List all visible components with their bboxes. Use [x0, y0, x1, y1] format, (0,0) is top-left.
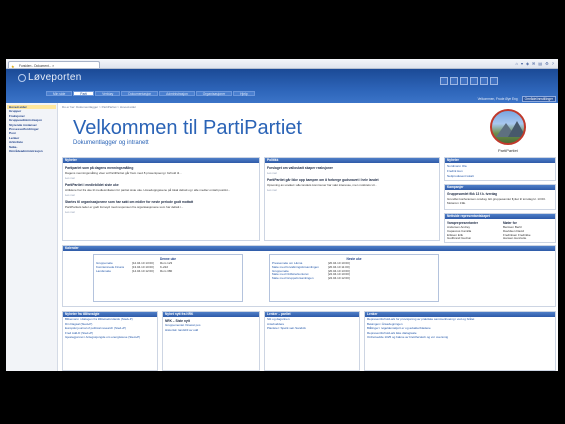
- browser-tab-title: Forsiden - Dokument... ×: [19, 63, 55, 68]
- panel-heading: Nyhet nytt fra NRK: [163, 312, 259, 317]
- calendar-row[interactable]: Møte med Gruppeforsamlingen [22.04.10 12…: [272, 276, 436, 281]
- user-name: Velkommen, Frode Øye Eng: [477, 97, 518, 101]
- tab-parti[interactable]: Parti: [73, 91, 95, 96]
- party-logo-caption: PartiPartiet: [498, 148, 518, 153]
- links-panel: Lenker Representforhold-ark for provisjo…: [364, 311, 556, 371]
- news-post-title[interactable]: Partiparlet som på dagens menningsmåling: [65, 166, 257, 170]
- politics-panel-heading: Politikk: [265, 158, 439, 163]
- list-item[interactable]: Historisk: landshil av udd: [165, 328, 257, 333]
- tab-min-side[interactable]: Min side: [46, 91, 73, 96]
- calendar-row[interactable]: Landsmøte [14.04.10 12:00] Rom 380: [96, 268, 240, 274]
- header-documents-icon[interactable]: [470, 77, 478, 85]
- party-links-panel: Lenker – parliet Sitt og dagsrinen Anteb…: [264, 311, 360, 371]
- header-mail-icon[interactable]: [440, 77, 448, 85]
- campaign-heading: Kampanjer: [445, 185, 555, 190]
- event-time: [14.04.10 12:00]: [132, 268, 154, 273]
- representatives-heading: Nettside representantskapet: [445, 214, 555, 219]
- side-news-panel: Nyheter Nordmann Ola Fredrik Hen Nettpro…: [444, 157, 556, 181]
- campaign-title[interactable]: Gruppesamlet fikk 13 f.k. tverdag: [447, 192, 553, 196]
- read-more-link[interactable]: Les mer: [267, 188, 437, 192]
- politics-post-title[interactable]: Forslaget om valloskatt skaper reaksjone…: [267, 166, 437, 170]
- browser-window: ★ Forsiden - Dokument... × ⌂ ▾ ◈ ✉ ▤ ⚙ ?…: [6, 59, 558, 371]
- event-time: [22.04.10 12:00]: [328, 276, 350, 281]
- politics-post-title[interactable]: PartiPartiet går ikke opp kampen om å fo…: [267, 178, 437, 182]
- browser-tab[interactable]: ★ Forsiden - Dokument... ×: [8, 61, 100, 68]
- representatives-column: Varaprepresentanter Andersen Andrey Capa…: [447, 221, 497, 241]
- dropdown-icon[interactable]: ▾: [521, 61, 523, 66]
- tab-organisasjoner[interactable]: Organisasjoner: [195, 91, 233, 96]
- browser-command-bar: ⌂ ▾ ◈ ✉ ▤ ⚙ ?: [516, 61, 554, 66]
- mountain-shape: [508, 121, 524, 137]
- tab-administrasjon[interactable]: Administrasjon: [159, 91, 195, 96]
- side-news-link[interactable]: Fredrik Hen: [447, 169, 553, 173]
- news-panel-heading: Nyheter: [63, 158, 259, 163]
- breadcrumb[interactable]: Du er her: Dokumentlagger > PartiPartiet…: [62, 105, 136, 109]
- politics-post-body: Opsoning av unøket i alle landets kommun…: [267, 183, 377, 187]
- tools-icon[interactable]: ⚙: [545, 61, 549, 66]
- tab-dokumentasjon[interactable]: Dokumentasjon: [121, 91, 159, 96]
- read-more-link[interactable]: Les mer: [65, 210, 257, 214]
- side-news-link[interactable]: Nordmann Ola: [447, 164, 553, 168]
- representative-name: Hansen Henriette: [503, 236, 527, 241]
- read-more-link[interactable]: Les mer: [65, 193, 257, 197]
- representatives-table: Varaprepresentanter Andersen Andrey Capa…: [447, 221, 553, 241]
- mail-icon[interactable]: ✉: [532, 61, 535, 66]
- representative-name: Gudbrand Gudrun: [447, 236, 472, 241]
- campaign-panel: Kampanjer Gruppesamlet fikk 13 f.k. tver…: [444, 184, 556, 210]
- news-post-title[interactable]: Startes til organisasjonene som har søkt…: [65, 200, 257, 204]
- representatives-column: Møter for Bentsen Bertil Davidsen David …: [503, 221, 553, 241]
- next-week-box: Neste uke Pressemøte om Lånna [20.04.10 …: [269, 254, 439, 302]
- campaign-text: Grundlet konferansen onsdag. Ett gruppes…: [447, 197, 546, 205]
- next-week-heading: Neste uke: [346, 257, 362, 261]
- news-panel: Nyheter Partiparlet som på dagens mennin…: [62, 157, 260, 241]
- calendar-panel: Kalender Denne uke Gruppemøte [12.04.10 …: [62, 245, 556, 307]
- header-search-icon[interactable]: [480, 77, 488, 85]
- page-icon[interactable]: ▤: [538, 61, 542, 66]
- side-news-heading: Nyheter: [445, 158, 555, 163]
- page-subtitle: Dokumentlagger og intranett: [73, 140, 149, 146]
- user-settings-button[interactable]: Område/innstillinger: [521, 96, 556, 102]
- party-logo-image: [490, 109, 526, 145]
- site-logo-icon: [18, 74, 26, 82]
- read-more-link[interactable]: Les mer: [65, 176, 257, 180]
- site-header: Løveporten Min side Parti Verktøy Dokume…: [6, 69, 558, 103]
- home-icon[interactable]: ⌂: [516, 61, 518, 66]
- representative-news-panel: Nyheter fra tillitsvalgte Blikemann i di…: [62, 311, 158, 371]
- user-info: Velkommen, Frode Øye Eng Område/innstill…: [478, 96, 556, 102]
- favorites-star-icon[interactable]: ★: [11, 64, 15, 68]
- header-calendar-icon[interactable]: [450, 77, 458, 85]
- header-settings-icon[interactable]: [490, 77, 498, 85]
- main-content: Du er her: Dokumentlagger > PartiPartiet…: [60, 103, 558, 371]
- list-item[interactable]: Planleter: Spørk søn Sandvik: [267, 327, 357, 331]
- event-room: Rom 380: [160, 268, 173, 273]
- list-item[interactable]: Ordretvedde 1025 og bakne av brøl-flersk…: [367, 336, 553, 340]
- politics-panel: Politikk Forslaget om valloskatt skaper …: [264, 157, 440, 241]
- sidebar-item-omradeadministrasjon[interactable]: Områdeadministrasjon: [7, 149, 56, 153]
- page-title: Velkommen til PartiPartiet: [73, 117, 302, 139]
- main-navigation: Min side Parti Verktøy Dokumentasjon Adm…: [46, 91, 255, 96]
- news-post-body: PartiPartiets leder er godt fornøyd med …: [65, 205, 184, 209]
- help-icon[interactable]: ?: [552, 61, 554, 66]
- event-name[interactable]: Møte med Gruppeforsamlingen: [272, 277, 328, 281]
- left-sidebar: Hoved-sider Grupper Fraksjoner Gruppeadm…: [6, 103, 58, 371]
- feeds-icon[interactable]: ◈: [526, 61, 529, 66]
- side-news-link[interactable]: Nettprodusent lokalt: [447, 174, 553, 178]
- calendar-heading: Kalender: [63, 246, 555, 251]
- tab-hjelp[interactable]: Hjelp: [233, 91, 255, 96]
- this-week-box: Denne uke Gruppemøte [12.04.10 13:00] Ro…: [93, 254, 243, 302]
- nrk-news-panel: Nyhet nytt fra NRK NRK – Siste nytt Grup…: [162, 311, 260, 371]
- news-post-body: Artiklene har fra uke til mediesmikelen …: [65, 188, 231, 192]
- representatives-panel: Nettside representantskapet Varapreprese…: [444, 213, 556, 243]
- news-post-title[interactable]: PartiPartiet i mediebildet siste uke: [65, 183, 257, 187]
- header-quick-icons: [440, 77, 498, 85]
- news-post-body: Dagens menningsmåling viser at PartiPart…: [65, 171, 182, 175]
- event-name[interactable]: Landsmøte: [96, 270, 132, 274]
- read-more-link[interactable]: Les mer: [267, 171, 437, 175]
- site-logo[interactable]: Løveporten: [28, 72, 82, 83]
- list-item[interactable]: Gjestegjonnet i Anlegssjongde om energis…: [65, 336, 155, 340]
- tab-verktoy[interactable]: Verktøy: [95, 91, 121, 96]
- header-contacts-icon[interactable]: [460, 77, 468, 85]
- browser-toolbar: ★ Forsiden - Dokument... × ⌂ ▾ ◈ ✉ ▤ ⚙ ?: [6, 59, 558, 69]
